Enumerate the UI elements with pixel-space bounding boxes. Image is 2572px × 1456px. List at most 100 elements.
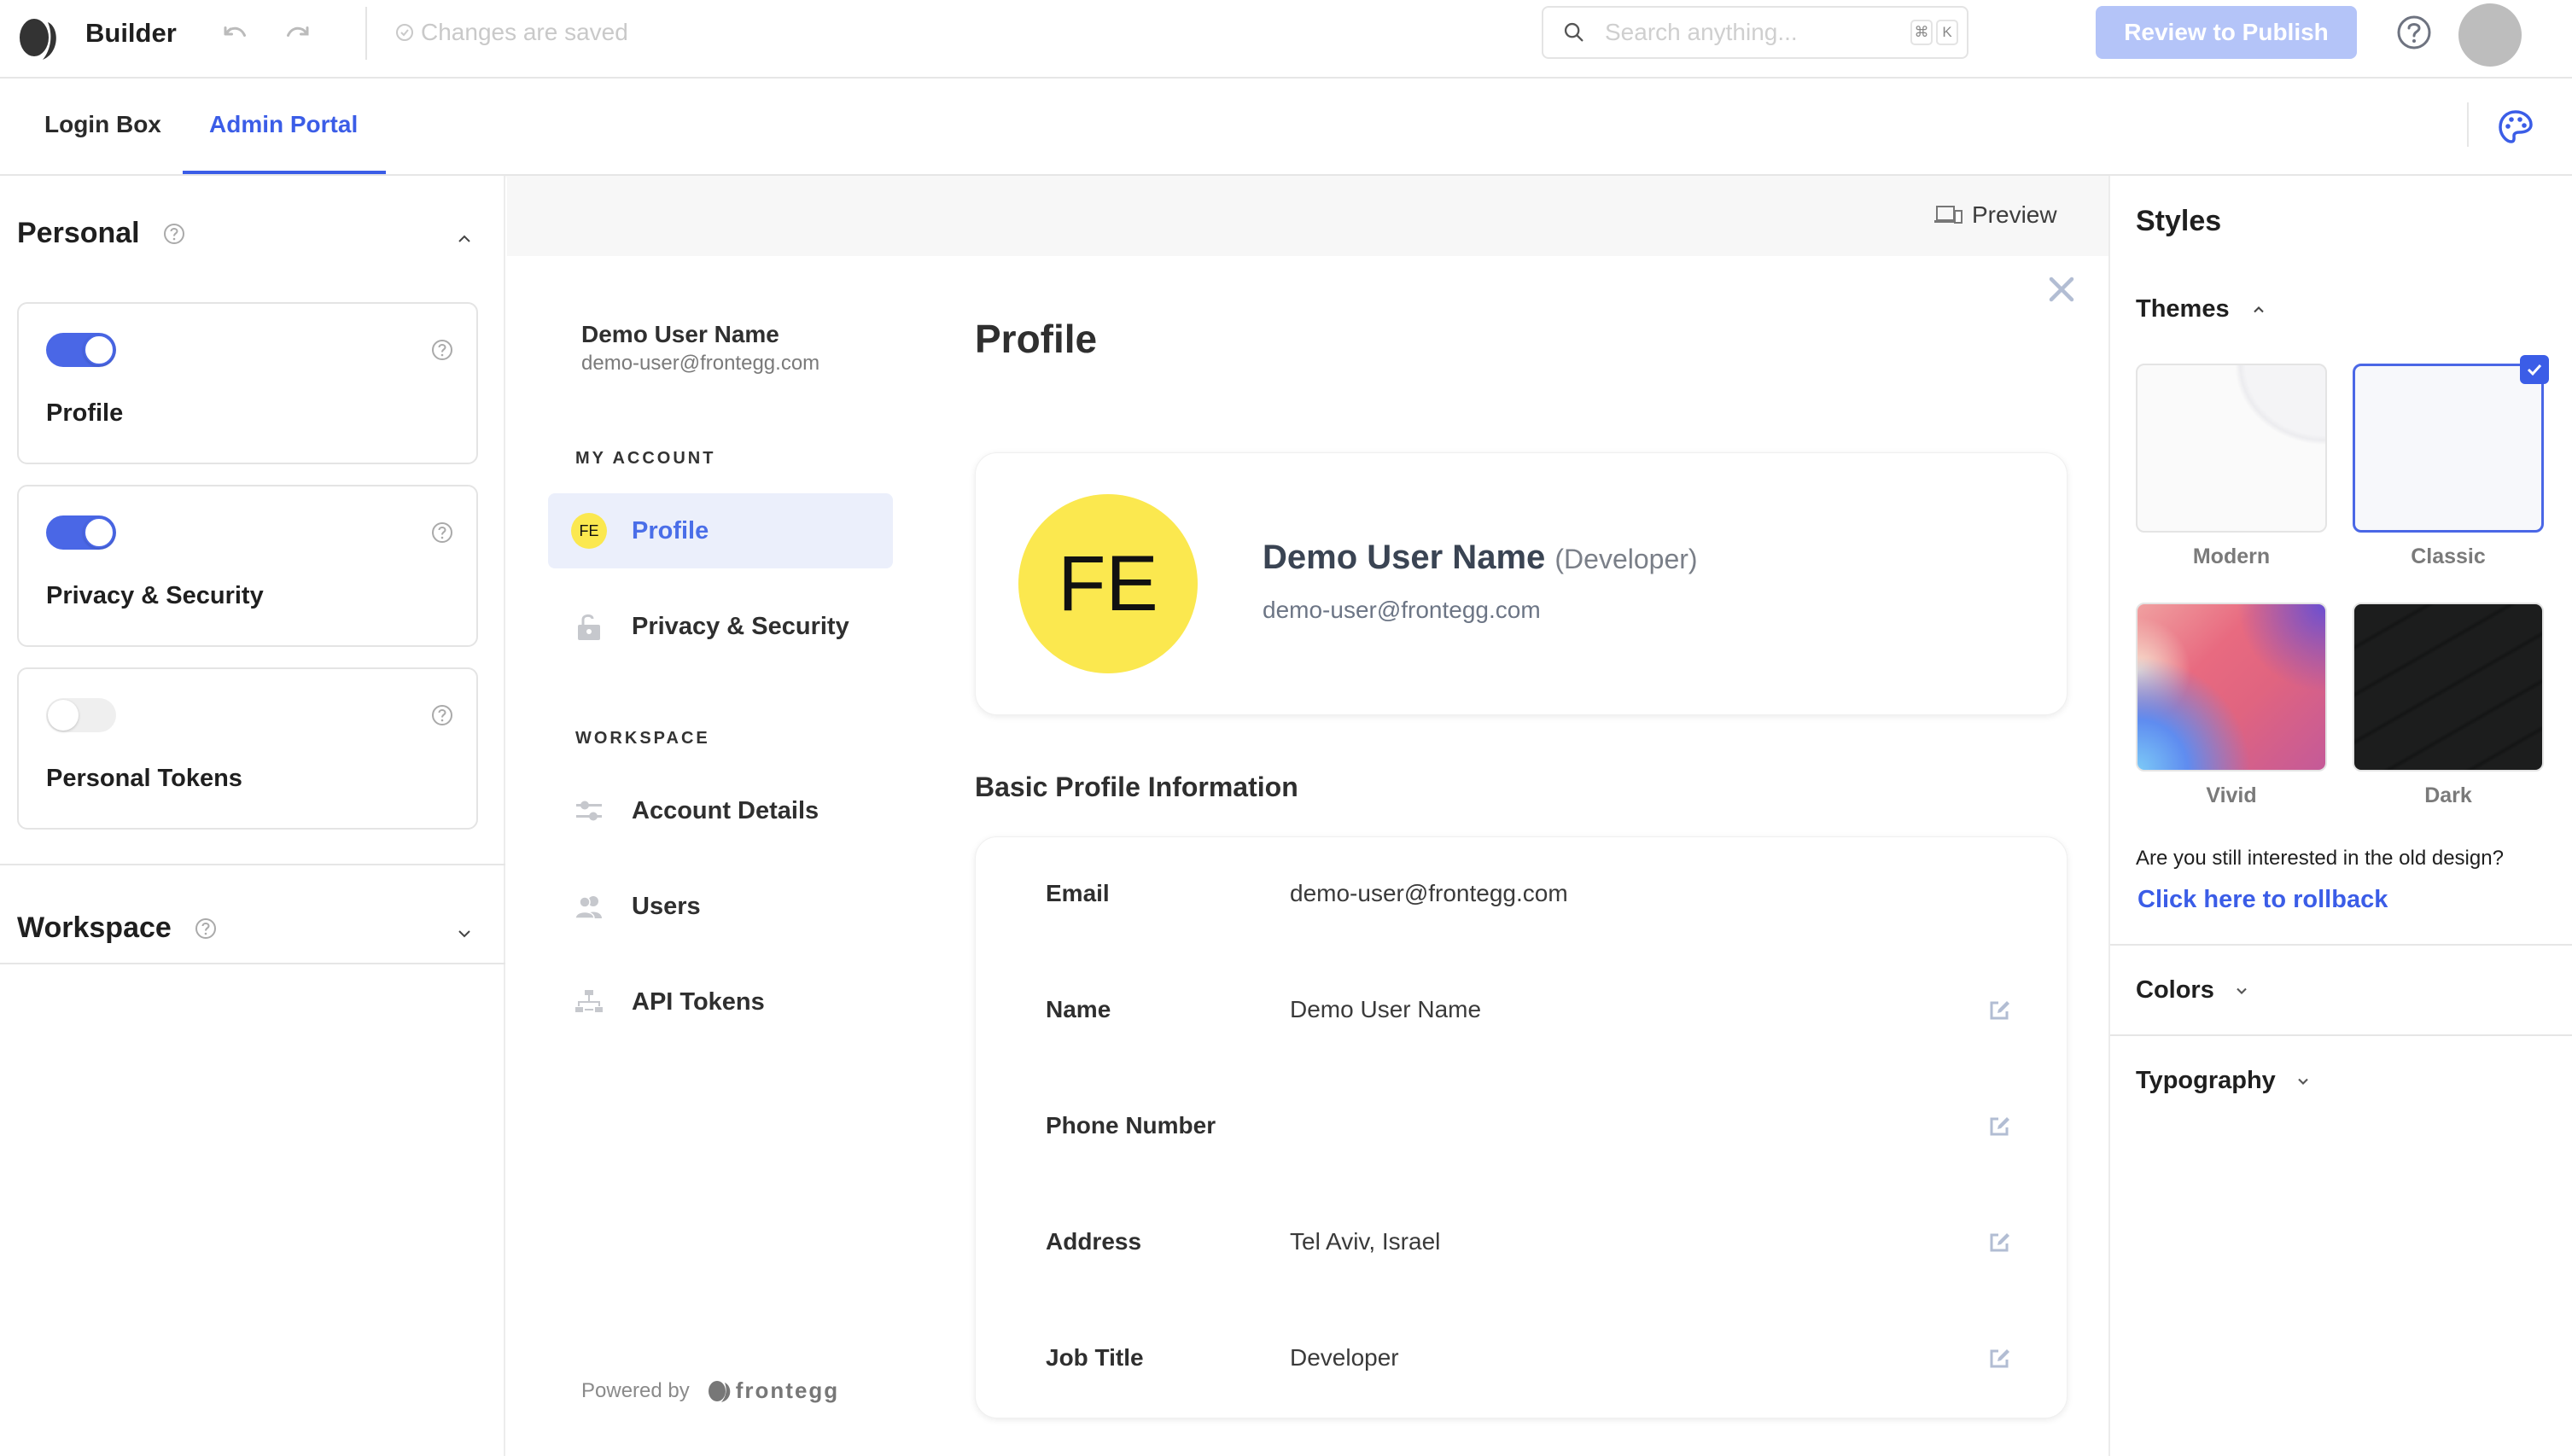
shortcut-cmd-key: ⌘ [1910,20,1933,45]
nav-item-label: Privacy & Security [632,612,849,640]
theme-vivid[interactable] [2136,603,2327,772]
preview-button[interactable]: Preview [1934,201,2057,229]
nav-item-profile[interactable]: FE Profile [548,493,893,568]
powered-by: Powered by frontegg [581,1377,839,1404]
chevron-down-icon [2237,987,2247,994]
edit-icon[interactable] [1988,998,2012,1022]
basic-info-title: Basic Profile Information [975,772,1298,802]
personal-section-title: Personal [17,217,140,249]
workspace-section-title: Workspace [17,911,172,944]
themes-section-header[interactable]: Themes [2136,295,2267,323]
info-row-address: Address Tel Aviv, Israel [976,1185,2067,1302]
info-value: Developer [1290,1344,1399,1371]
nav-item-users[interactable]: Users [548,869,893,944]
info-label: Name [1046,996,1111,1022]
redo-icon[interactable] [282,19,312,50]
info-row-name: Name Demo User Name [976,953,2067,1069]
profile-role: (Developer) [1554,544,1698,574]
palette-icon[interactable] [2498,109,2534,145]
divider [0,963,505,964]
nav-item-api-tokens[interactable]: API Tokens [548,964,893,1040]
frontegg-logo-icon [708,1380,731,1402]
tab-bar: Login Box Admin Portal [0,80,2572,176]
theme-classic[interactable] [2353,364,2544,533]
nav-item-label: API Tokens [632,987,765,1016]
edit-icon[interactable] [1988,1346,2012,1370]
search-icon [1564,22,1583,42]
chevron-up-icon[interactable] [454,229,475,249]
feature-label: Personal Tokens [46,765,242,792]
preview-label: Preview [1972,201,2057,228]
undo-icon[interactable] [220,19,251,50]
checkmark-icon [2520,355,2549,384]
edit-icon[interactable] [1988,1114,2012,1138]
info-value: demo-user@frontegg.com [1290,880,1568,906]
sliders-icon [570,792,608,830]
themes-title: Themes [2136,295,2230,323]
info-row-job-title: Job Title Developer [976,1302,2067,1418]
colors-section-header[interactable]: Colors [2136,976,2250,1005]
feature-card-profile: Profile [17,302,478,464]
lock-icon [570,608,608,645]
avatar: FE [571,513,607,549]
close-icon[interactable] [2047,275,2076,304]
nav-group-workspace: WORKSPACE [575,729,710,748]
help-icon[interactable] [2395,14,2433,51]
user-avatar[interactable] [2458,3,2522,67]
search-input[interactable]: Search anything... ⌘ K [1542,6,1968,59]
shortcut-k-key: K [1936,20,1958,45]
workspace-section-header[interactable]: Workspace [17,911,218,945]
theme-label: Modern [2192,545,2271,568]
personal-section-header[interactable]: Personal [17,217,186,250]
nav-group-my-account: MY ACCOUNT [575,449,716,468]
active-tab-indicator [183,171,386,174]
theme-modern[interactable] [2136,364,2327,533]
theme-label: Dark [2424,783,2472,807]
typography-section-header[interactable]: Typography [2136,1067,2312,1095]
info-value: Demo User Name [1290,996,1482,1022]
help-icon [163,223,184,244]
profile-name-text: Demo User Name [1263,539,1546,576]
save-status-text: Changes are saved [421,19,628,45]
divider [2110,1034,2572,1036]
theme-label: Vivid [2206,783,2257,807]
profile-name: Demo User Name (Developer) [1263,539,1698,577]
review-to-publish-button[interactable]: Review to Publish [2096,6,2357,59]
personal-tokens-toggle[interactable] [46,698,116,732]
rollback-question: Are you still interested in the old desi… [2136,847,2504,870]
users-icon [570,888,608,925]
feature-card-privacy-security: Privacy & Security [17,485,478,647]
profile-toggle[interactable] [46,333,116,367]
hierarchy-icon [570,983,608,1021]
edit-icon[interactable] [1988,1230,2012,1254]
app-title: Builder [85,18,177,48]
profile-email: demo-user@frontegg.com [1263,597,1541,623]
avatar: FE [1018,494,1198,673]
tab-admin-portal[interactable]: Admin Portal [209,111,358,138]
rollback-link[interactable]: Click here to rollback [2138,886,2388,914]
info-label: Email [1046,880,1110,906]
theme-dark[interactable] [2353,603,2544,772]
nav-item-label: Profile [632,516,709,545]
divider [2110,944,2572,946]
tab-login-box[interactable]: Login Box [44,111,161,138]
nav-item-account-details[interactable]: Account Details [548,773,893,848]
help-icon [432,705,452,725]
divider [2467,102,2469,147]
page-title: Profile [975,317,1098,361]
divider [365,7,367,60]
basic-info-card: Email demo-user@frontegg.com Name Demo U… [975,836,2068,1418]
frontegg-brand: frontegg [707,1377,839,1404]
feature-label: Profile [46,399,124,427]
info-label: Job Title [1046,1344,1144,1371]
privacy-security-toggle[interactable] [46,515,116,550]
chevron-down-icon[interactable] [454,923,475,944]
nav-item-privacy-security[interactable]: Privacy & Security [548,589,893,664]
info-label: Address [1046,1228,1142,1255]
nav-item-label: Users [632,892,701,920]
top-bar: Builder Changes are saved Search anythin… [0,0,2572,79]
check-circle-icon [396,24,413,41]
devices-icon [1934,206,1963,224]
powered-by-text: Powered by [581,1378,690,1402]
profile-summary-card: FE Demo User Name (Developer) demo-user@… [975,452,2068,715]
